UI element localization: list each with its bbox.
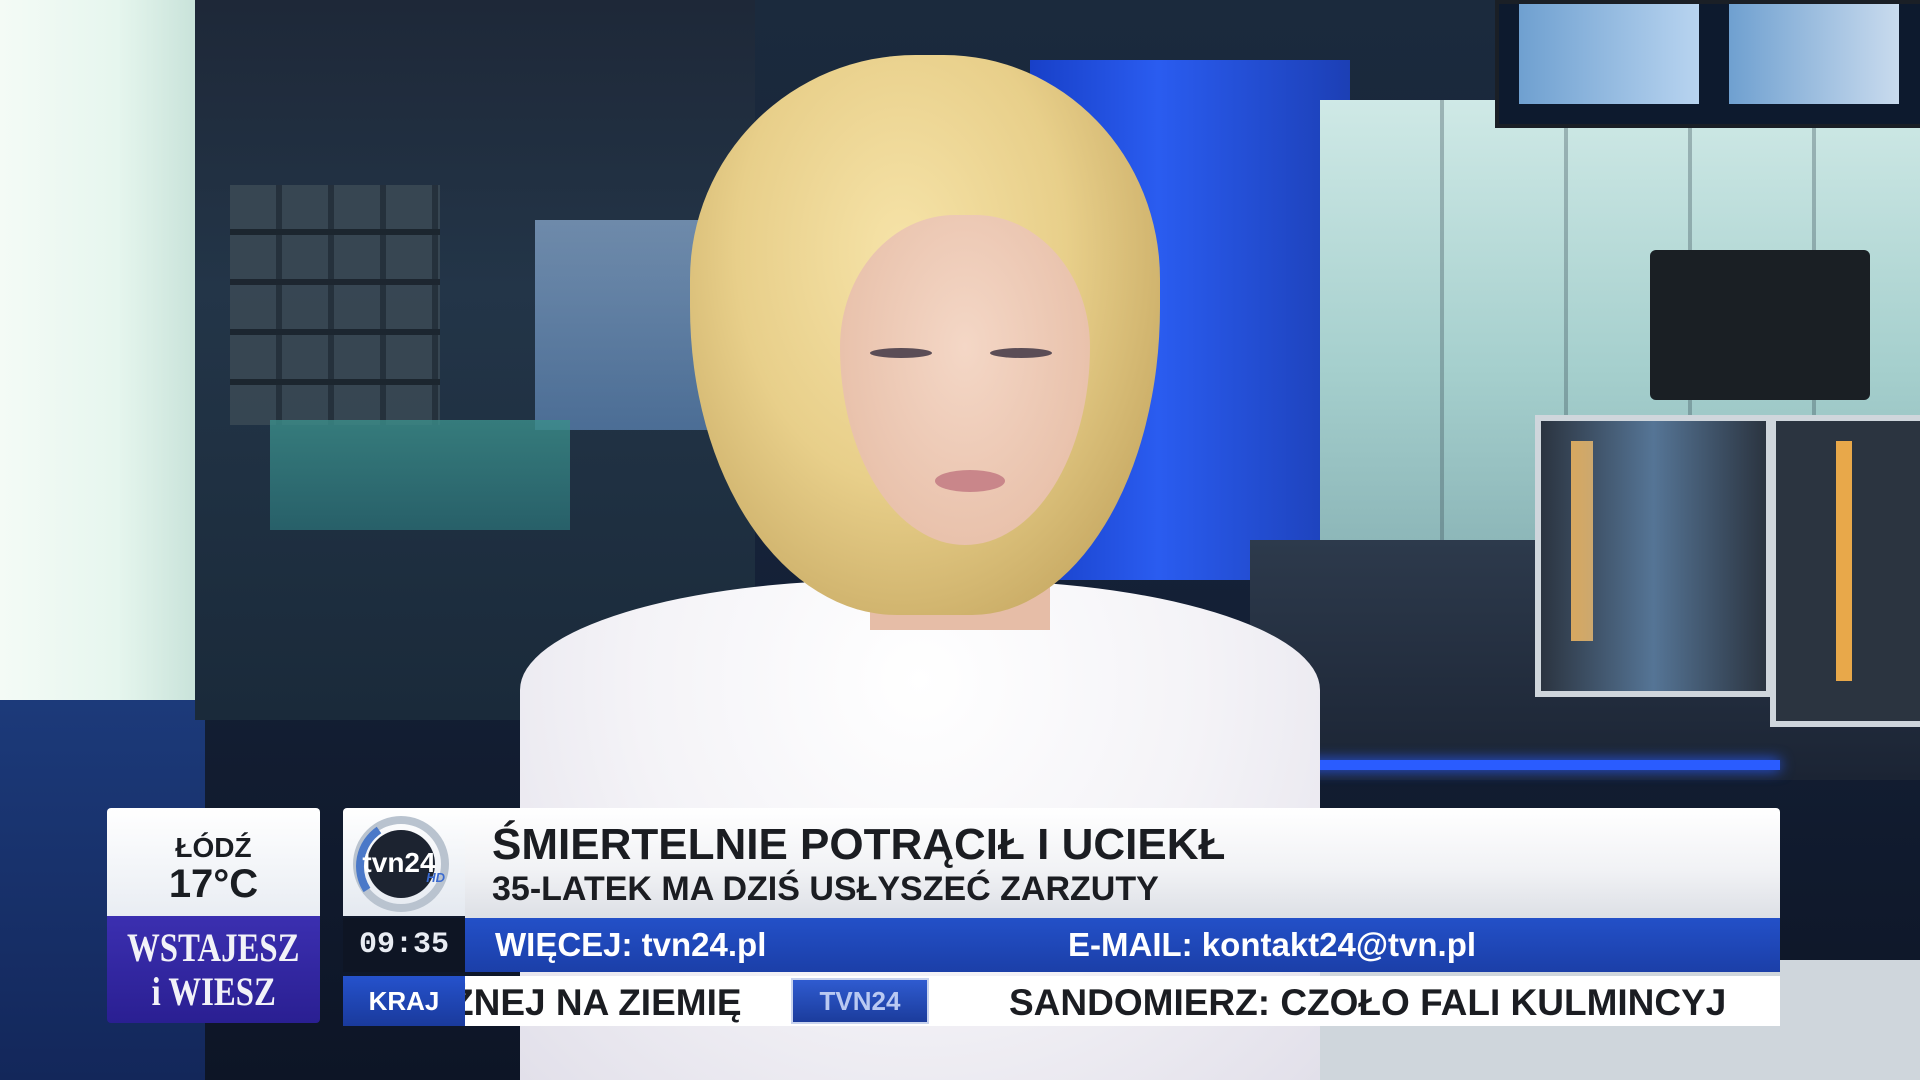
tvn24-logo-text: tvn24 bbox=[362, 847, 436, 878]
presenter-eye bbox=[990, 348, 1052, 358]
side-monitor bbox=[1535, 415, 1772, 697]
program-logo-line: WSTAJESZ bbox=[127, 924, 300, 970]
headline-subtitle: 35-LATEK MA DZIŚ USŁYSZEĆ ZARZUTY bbox=[492, 870, 1159, 908]
weather-city: ŁÓDŹ bbox=[175, 832, 252, 863]
channel-logo-box: tvn24 HD bbox=[343, 808, 465, 916]
program-logo-line: i WIESZ bbox=[151, 968, 276, 1014]
news-ticker: ŻNEJ NA ZIEMIĘ TVN24 SANDOMIERZ: CZOŁO F… bbox=[465, 976, 1780, 1026]
email-info-text: E-MAIL: kontakt24@tvn.pl bbox=[1068, 926, 1477, 963]
ceiling-monitor bbox=[1495, 0, 1920, 128]
headline-title: ŚMIERTELNIE POTRĄCIŁ I UCIEKŁ bbox=[492, 820, 1226, 869]
newsroom-desk bbox=[270, 420, 570, 530]
ticker-separator-badge: TVN24 bbox=[791, 978, 929, 1024]
side-monitor bbox=[1770, 415, 1920, 727]
clock: 09:35 bbox=[343, 918, 465, 972]
hd-badge: HD bbox=[426, 870, 445, 885]
monitor-wall bbox=[230, 185, 440, 425]
ticker-item: SANDOMIERZ: CZOŁO FALI KULMINCYJ bbox=[1009, 982, 1727, 1023]
more-info-text: WIĘCEJ: tvn24.pl bbox=[495, 926, 767, 963]
ticker-item: ŻNEJ NA ZIEMIĘ bbox=[465, 982, 742, 1023]
desk-light-strip bbox=[1300, 760, 1780, 770]
studio-camera bbox=[1650, 250, 1870, 400]
newsroom-window bbox=[535, 220, 715, 430]
headline-box: ŚMIERTELNIE POTRĄCIŁ I UCIEKŁ 35-LATEK M… bbox=[465, 808, 1780, 920]
weather-box: ŁÓDŹ 17°C bbox=[107, 808, 320, 916]
tvn24-logo-icon: tvn24 HD bbox=[353, 816, 449, 912]
ticker-category: KRAJ bbox=[343, 976, 465, 1026]
program-logo: WSTAJESZ i WIESZ bbox=[107, 916, 320, 1023]
presenter-lips bbox=[935, 470, 1005, 492]
presenter-eye bbox=[870, 348, 932, 358]
weather-panel: ŁÓDŹ 17°C WSTAJESZ i WIESZ bbox=[107, 808, 320, 1023]
info-bar: WIĘCEJ: tvn24.pl E-MAIL: kontakt24@tvn.p… bbox=[465, 918, 1780, 972]
weather-temperature: 17°C bbox=[168, 862, 259, 906]
studio-light-wall bbox=[0, 0, 195, 720]
